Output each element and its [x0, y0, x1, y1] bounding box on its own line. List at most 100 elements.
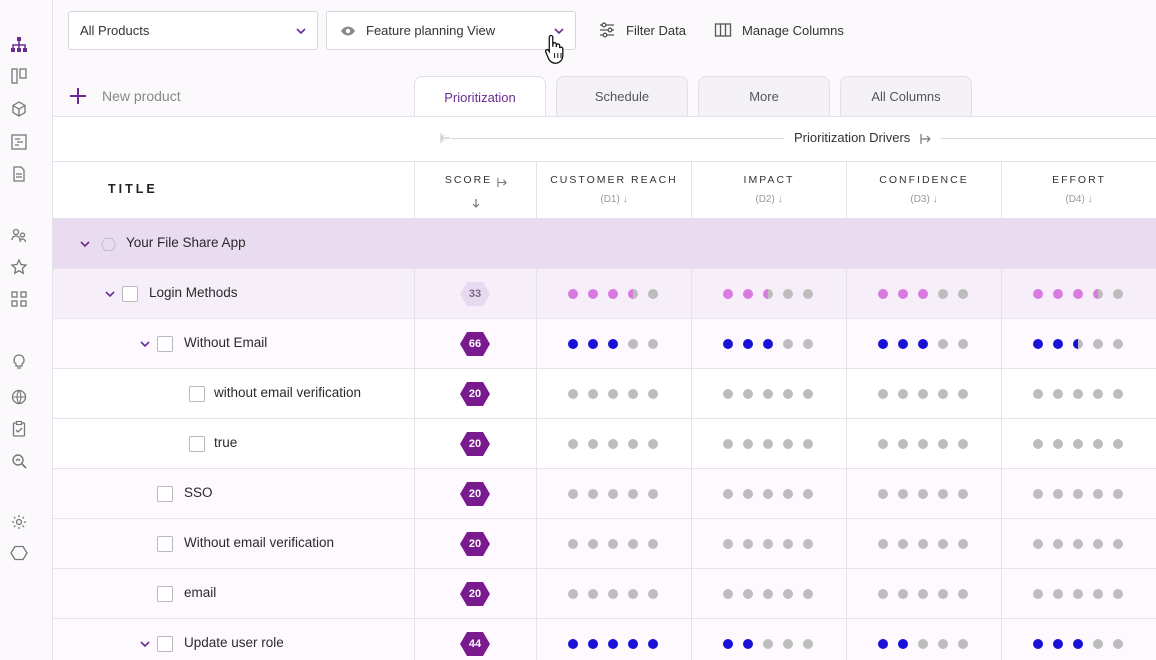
chevron-down-icon[interactable] [104, 288, 116, 300]
confidence-rating[interactable] [878, 639, 968, 649]
arrow-left-bar-icon[interactable] [439, 132, 451, 144]
hierarchy-icon[interactable] [10, 36, 28, 54]
lightbulb-icon[interactable] [10, 353, 28, 371]
effort-rating[interactable] [1033, 489, 1123, 499]
confidence-rating[interactable] [878, 339, 968, 349]
row-title[interactable]: SSO [184, 485, 213, 500]
filter-data-button[interactable]: Filter Data [598, 19, 686, 41]
row-title[interactable]: Update user role [184, 635, 284, 650]
row-checkbox[interactable] [189, 436, 205, 452]
effort-rating[interactable] [1033, 589, 1123, 599]
sort-down-icon[interactable]: ↓ [623, 194, 628, 205]
effort-rating[interactable] [1033, 439, 1123, 449]
chevron-down-icon[interactable] [139, 638, 151, 650]
impact-rating[interactable] [723, 589, 813, 599]
timeline-icon[interactable] [10, 133, 28, 151]
row-checkbox[interactable] [157, 486, 173, 502]
sort-down-icon[interactable] [471, 198, 481, 209]
row-checkbox[interactable] [189, 386, 205, 402]
globe-icon[interactable] [10, 388, 28, 406]
rating-dot [803, 339, 813, 349]
effort-rating[interactable] [1033, 639, 1123, 649]
group-row[interactable]: Your File Share App [53, 219, 1156, 269]
reach-rating[interactable] [568, 589, 658, 599]
impact-rating[interactable] [723, 289, 813, 299]
document-icon[interactable] [10, 165, 28, 183]
impact-rating[interactable] [723, 489, 813, 499]
effort-rating[interactable] [1033, 389, 1123, 399]
table-row[interactable]: email 20 [53, 569, 1156, 619]
impact-rating[interactable] [723, 639, 813, 649]
table-row[interactable]: Without Email 66 [53, 319, 1156, 369]
reach-rating[interactable] [568, 439, 658, 449]
users-icon[interactable] [10, 226, 28, 244]
impact-column-header[interactable]: IMPACT (D2) ↓ [691, 162, 846, 219]
row-title[interactable]: without email verification [214, 385, 361, 400]
board-icon[interactable] [10, 67, 28, 85]
hexagon-icon[interactable] [10, 544, 28, 562]
reach-rating[interactable] [568, 489, 658, 499]
row-title[interactable]: Without Email [184, 335, 267, 350]
table-row[interactable]: Update user role 44 [53, 619, 1156, 660]
row-checkbox[interactable] [157, 336, 173, 352]
grid-icon[interactable] [10, 290, 28, 308]
product-select[interactable]: All Products [68, 11, 318, 50]
sort-down-icon[interactable]: ↓ [778, 194, 783, 205]
score-column-header[interactable]: SCORE [414, 162, 536, 219]
row-title[interactable]: Your File Share App [126, 235, 246, 250]
tab-prioritization[interactable]: Prioritization [414, 76, 546, 117]
clipboard-icon[interactable] [10, 420, 28, 438]
confidence-rating[interactable] [878, 489, 968, 499]
confidence-rating[interactable] [878, 289, 968, 299]
tab-schedule[interactable]: Schedule [556, 76, 688, 116]
expand-right-icon[interactable] [497, 177, 508, 188]
tab-more[interactable]: More [698, 76, 830, 116]
table-row[interactable]: Without email verification 20 [53, 519, 1156, 569]
row-checkbox[interactable] [157, 636, 173, 652]
reach-rating[interactable] [568, 389, 658, 399]
impact-rating[interactable] [723, 339, 813, 349]
reach-rating[interactable] [568, 339, 658, 349]
effort-rating[interactable] [1033, 339, 1123, 349]
confidence-rating[interactable] [878, 389, 968, 399]
impact-rating[interactable] [723, 389, 813, 399]
customer-reach-column-header[interactable]: CUSTOMER REACH (D1) ↓ [536, 162, 691, 219]
new-product-button[interactable]: New product [68, 86, 181, 106]
reach-rating[interactable] [568, 539, 658, 549]
table-row[interactable]: Login Methods 33 [53, 269, 1156, 319]
row-checkbox[interactable] [157, 536, 173, 552]
arrow-right-bar-icon[interactable] [920, 133, 932, 145]
chevron-down-icon[interactable] [139, 338, 151, 350]
impact-rating[interactable] [723, 539, 813, 549]
chevron-down-icon[interactable] [79, 238, 91, 250]
effort-rating[interactable] [1033, 539, 1123, 549]
tab-all-columns[interactable]: All Columns [840, 76, 972, 116]
search-insights-icon[interactable] [10, 452, 28, 470]
effort-rating[interactable] [1033, 289, 1123, 299]
title-column-header[interactable]: TITLE [108, 182, 158, 196]
settings-gear-icon[interactable] [10, 513, 28, 531]
row-title[interactable]: Login Methods [149, 285, 238, 300]
view-select[interactable]: Feature planning View [326, 11, 576, 50]
effort-column-header[interactable]: EFFORT (D4) ↓ [1001, 162, 1156, 219]
table-row[interactable]: without email verification 20 [53, 369, 1156, 419]
sort-down-icon[interactable]: ↓ [1088, 194, 1093, 205]
row-checkbox[interactable] [122, 286, 138, 302]
confidence-rating[interactable] [878, 539, 968, 549]
confidence-rating[interactable] [878, 439, 968, 449]
cube-icon[interactable] [10, 100, 28, 118]
impact-rating[interactable] [723, 439, 813, 449]
sort-down-icon[interactable]: ↓ [933, 194, 938, 205]
confidence-column-header[interactable]: CONFIDENCE (D3) ↓ [846, 162, 1001, 219]
row-title[interactable]: Without email verification [184, 535, 334, 550]
star-icon[interactable] [10, 258, 28, 276]
table-row[interactable]: SSO 20 [53, 469, 1156, 519]
row-title[interactable]: true [214, 435, 237, 450]
confidence-rating[interactable] [878, 589, 968, 599]
row-checkbox[interactable] [157, 586, 173, 602]
manage-columns-button[interactable]: Manage Columns [714, 19, 844, 41]
reach-rating[interactable] [568, 289, 658, 299]
table-row[interactable]: true 20 [53, 419, 1156, 469]
row-title[interactable]: email [184, 585, 216, 600]
reach-rating[interactable] [568, 639, 658, 649]
